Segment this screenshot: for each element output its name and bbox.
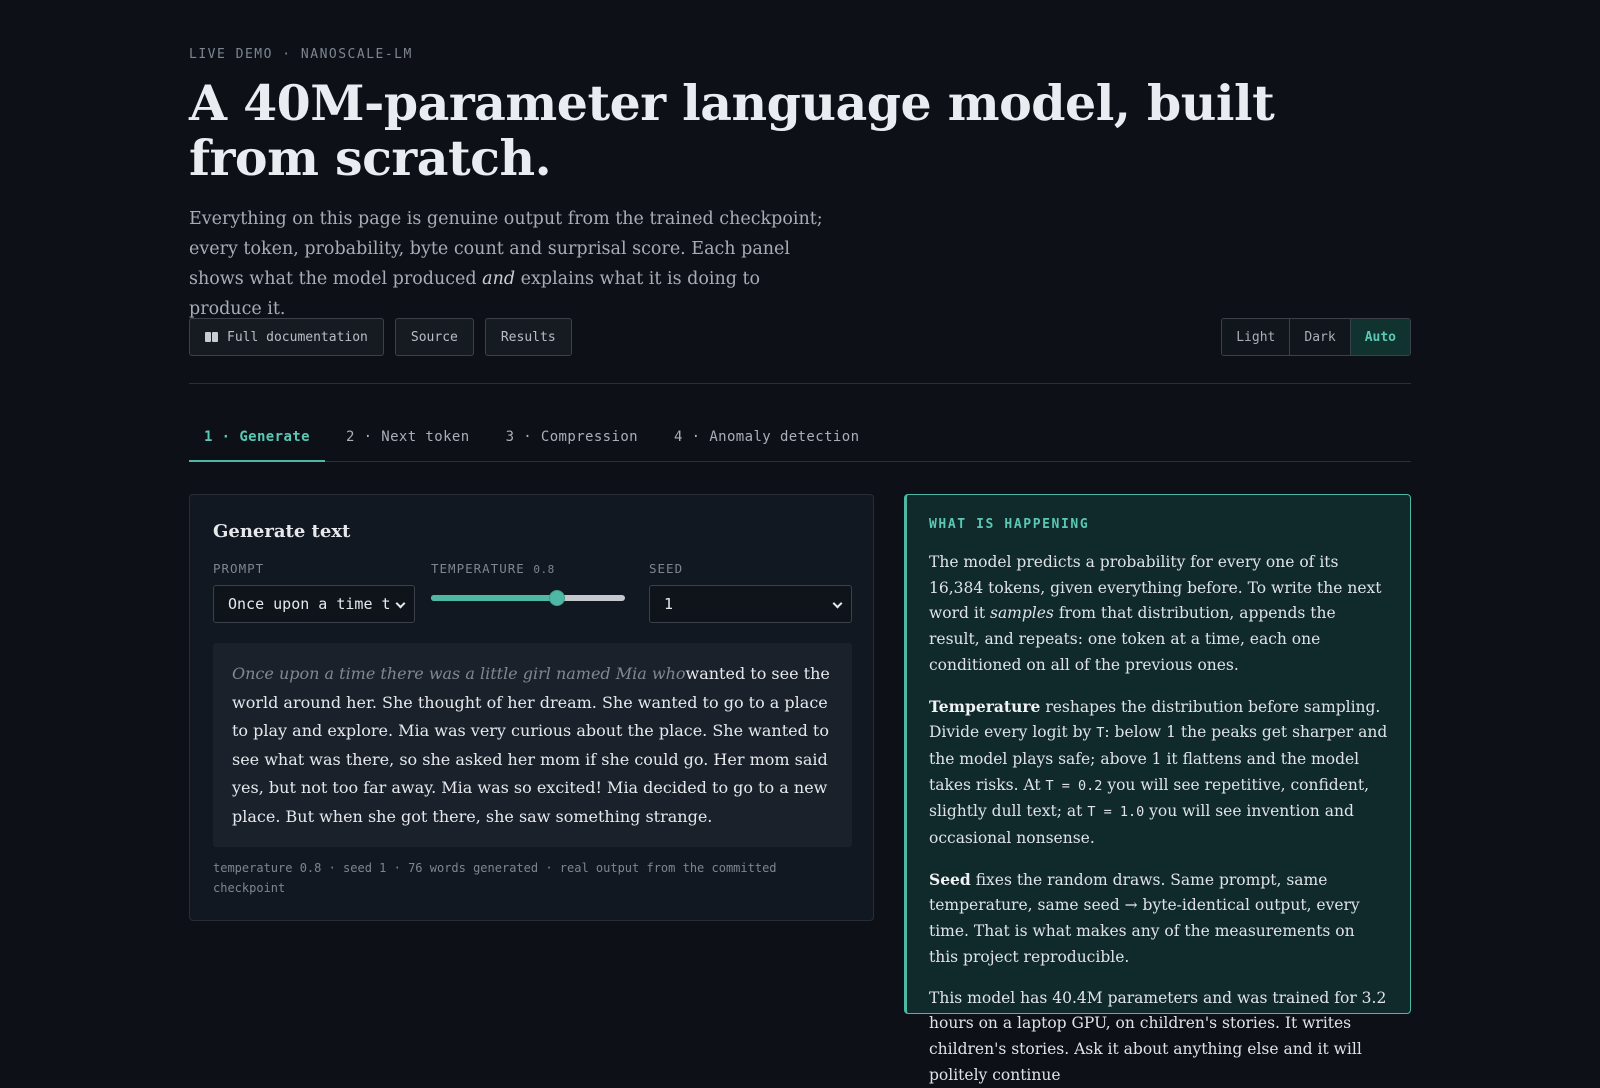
book-icon	[205, 332, 218, 342]
chevron-down-icon	[395, 598, 406, 609]
temperature-slider[interactable]	[431, 590, 625, 606]
explanation-paragraph-2: Temperature reshapes the distribution be…	[929, 694, 1388, 852]
tab-bar: 1 · Generate 2 · Next token 3 · Compress…	[189, 418, 1411, 462]
full-documentation-button[interactable]: Full documentation	[189, 318, 384, 356]
source-button[interactable]: Source	[394, 318, 474, 356]
theme-switcher: Light Dark Auto	[1221, 318, 1411, 356]
p2-code-3: T = 1.0	[1087, 804, 1145, 821]
prompt-label: PROMPT	[213, 561, 265, 576]
p3-term: Seed	[929, 869, 971, 889]
tab-next-token[interactable]: 2 · Next token	[331, 418, 485, 462]
prompt-select-value: Once upon a time t	[228, 595, 391, 613]
p1-emphasis: samples	[989, 604, 1054, 623]
theme-auto-button[interactable]: Auto	[1350, 319, 1410, 355]
p2-term: Temperature	[929, 696, 1041, 716]
generate-panel: Generate text PROMPT TEMPERATURE 0.8 SEE…	[189, 494, 874, 921]
seed-select-value: 1	[664, 595, 674, 613]
temperature-value: 0.8	[533, 563, 555, 576]
link-buttons: Full documentation Source Results	[189, 318, 572, 356]
results-button[interactable]: Results	[484, 318, 572, 356]
temperature-label: TEMPERATURE 0.8	[431, 561, 555, 576]
source-label: Source	[410, 329, 458, 345]
temperature-slider-fill	[431, 595, 558, 601]
lede-emphasis: and	[482, 269, 516, 289]
tab-anomaly-detection[interactable]: 4 · Anomaly detection	[659, 418, 874, 462]
p3-text-a: fixes the random draws. Same prompt, sam…	[929, 870, 1360, 966]
prompt-select[interactable]: Once upon a time t	[213, 585, 415, 623]
theme-light-button[interactable]: Light	[1222, 319, 1291, 355]
tab-generate[interactable]: 1 · Generate	[189, 418, 325, 462]
temperature-label-text: TEMPERATURE	[431, 561, 525, 576]
divider	[189, 383, 1411, 384]
seed-select[interactable]: 1	[649, 585, 852, 623]
explanation-panel: WHAT IS HAPPENING The model predicts a p…	[904, 494, 1411, 1084]
explanation-paragraph-1: The model predicts a probability for eve…	[929, 550, 1388, 679]
temperature-slider-thumb[interactable]	[549, 590, 566, 606]
output-continuation: wanted to see the world around her. She …	[232, 664, 830, 826]
output-prompt: Once upon a time there was a little girl…	[232, 664, 686, 683]
lede: Everything on this page is genuine outpu…	[189, 204, 829, 324]
panel-title: Generate text	[213, 521, 351, 542]
explanation-paragraph-3: Seed fixes the random draws. Same prompt…	[929, 867, 1388, 971]
explanation-paragraph-4: This model has 40.4M parameters and was …	[929, 988, 1387, 1084]
eyebrow: LIVE DEMO · NANOSCALE-LM	[189, 47, 413, 62]
tab-compression[interactable]: 3 · Compression	[491, 418, 653, 462]
generation-meta: temperature 0.8 · seed 1 · 76 words gene…	[213, 861, 777, 895]
page-title: A 40M-parameter language model, built fr…	[189, 74, 1275, 187]
theme-dark-button[interactable]: Dark	[1290, 319, 1351, 355]
explanation-heading: WHAT IS HAPPENING	[929, 517, 1090, 532]
p2-code-2: T = 0.2	[1045, 777, 1103, 794]
full-documentation-label: Full documentation	[227, 329, 368, 345]
seed-label: SEED	[649, 561, 684, 576]
results-label: Results	[500, 329, 556, 345]
chevron-down-icon	[832, 598, 843, 609]
generated-output: Once upon a time there was a little girl…	[213, 643, 852, 847]
